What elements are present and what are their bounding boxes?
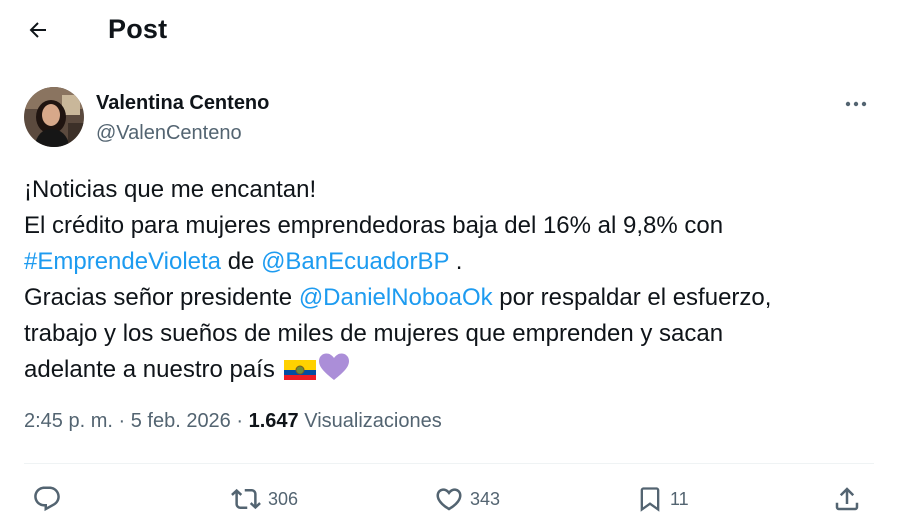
divider	[24, 463, 874, 464]
avatar[interactable]	[24, 87, 84, 147]
meta-separator: ·	[230, 410, 249, 432]
tweet-line: adelante a nuestro país	[24, 352, 874, 393]
bookmark-icon	[636, 484, 664, 514]
repost-icon	[230, 484, 262, 514]
like-icon	[434, 484, 464, 514]
tweet-line: #EmprendeVioleta de @BanEcuadorBP .	[24, 244, 874, 280]
back-button[interactable]	[18, 12, 58, 52]
share-button[interactable]	[832, 476, 862, 522]
reply-button[interactable]	[32, 476, 68, 522]
like-count: 343	[470, 488, 501, 509]
more-options-button[interactable]	[838, 88, 874, 118]
repost-button[interactable]: 306	[230, 476, 298, 522]
mention-link[interactable]: @DanielNoboaOk	[299, 284, 493, 311]
mention-link[interactable]: @BanEcuadorBP	[261, 248, 449, 275]
like-button[interactable]: 343	[434, 476, 500, 522]
tweet-text-fragment: adelante a nuestro país	[24, 356, 282, 383]
tweet-text-fragment: .	[449, 248, 463, 275]
tweet-line: trabajo y los sueños de miles de mujeres…	[24, 320, 724, 347]
bookmark-count: 11	[670, 488, 689, 509]
views-label: Visualizaciones	[298, 410, 442, 432]
tweet-line: El crédito para mujeres emprendedoras ba…	[24, 212, 724, 239]
reply-icon	[32, 484, 62, 514]
more-icon	[844, 94, 868, 112]
tweet-text: ¡Noticias que me encantan! El crédito pa…	[24, 172, 874, 393]
meta-separator: ·	[112, 410, 131, 432]
post-author: Valentina Centeno @ValenCenteno	[24, 86, 874, 150]
author-handle[interactable]: @ValenCenteno	[96, 122, 242, 145]
tweet-line: ¡Noticias que me encantan!	[24, 176, 317, 203]
tweet-text-fragment: de	[221, 248, 262, 275]
tweet-text-fragment: por respaldar el esfuerzo,	[492, 284, 772, 311]
post-meta: 2:45 p. m. · 5 feb. 2026 · 1.647 Visuali…	[24, 410, 442, 433]
repost-count: 306	[268, 488, 299, 509]
page-title: Post	[108, 14, 168, 44]
post-header: Post	[0, 0, 898, 62]
views-count: 1.647	[248, 410, 299, 432]
tweet-text-fragment: Gracias señor presidente	[24, 284, 299, 311]
ecuador-flag-icon	[283, 357, 316, 393]
hashtag-link[interactable]: #EmprendeVioleta	[24, 248, 221, 275]
tweet-line: Gracias señor presidente @DanielNoboaOk …	[24, 280, 874, 316]
back-arrow-icon	[26, 18, 50, 47]
action-bar: 306 343 11	[24, 476, 874, 522]
author-name[interactable]: Valentina Centeno	[96, 92, 269, 115]
purple-heart-icon	[318, 352, 350, 393]
post-time[interactable]: 2:45 p. m.	[24, 410, 113, 432]
share-icon	[832, 484, 862, 514]
post-date[interactable]: 5 feb. 2026	[131, 410, 231, 432]
bookmark-button[interactable]: 11	[636, 476, 689, 522]
